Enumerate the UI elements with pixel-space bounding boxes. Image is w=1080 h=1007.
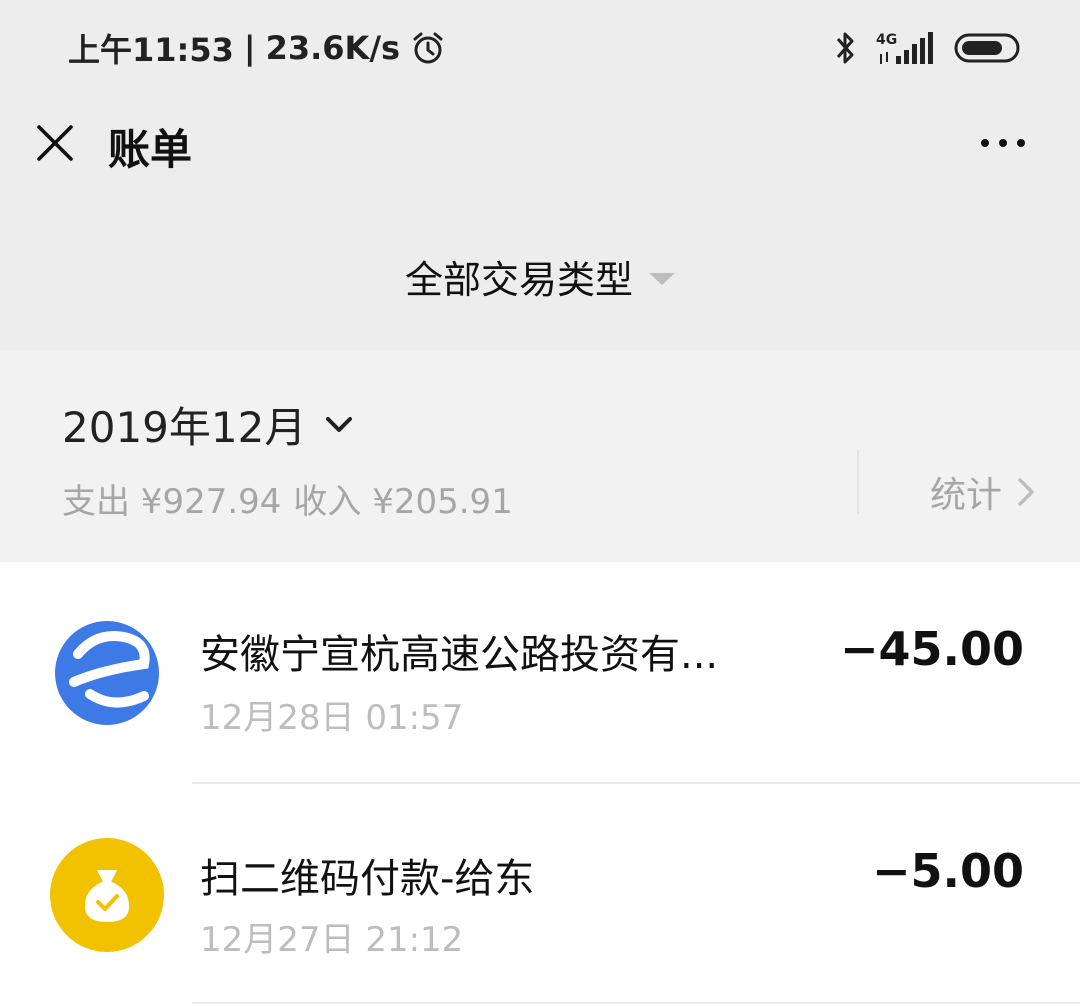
month-totals: 支出 ¥927.94 收入 ¥205.91 <box>62 474 513 523</box>
more-dot <box>999 139 1007 147</box>
transaction-title: 扫二维码付款-给东 <box>200 856 535 902</box>
page-title: 账单 <box>108 125 193 174</box>
transaction-type-filter[interactable]: 全部交易类型 <box>0 248 1080 304</box>
more-dot <box>1017 139 1025 147</box>
signal-icon: 4G <box>876 30 936 66</box>
transaction-item[interactable]: 安徽宁宣杭高速公路投资有... 12月28日 01:57 −45.00 <box>0 562 1080 782</box>
stats-label: 统计 <box>929 475 1002 516</box>
close-button[interactable] <box>30 118 80 168</box>
expense-total: 支出 ¥927.94 <box>62 482 282 522</box>
status-net-speed: 23.6K/s <box>265 29 401 67</box>
income-total: 收入 ¥205.91 <box>293 482 513 522</box>
chevron-right-icon <box>1018 478 1034 506</box>
money-bag-icon <box>50 838 164 952</box>
alarm-icon <box>410 30 446 66</box>
month-selector[interactable]: 2019年12月 <box>62 394 354 455</box>
stats-divider <box>857 450 859 514</box>
battery-icon <box>954 32 1024 64</box>
more-dot <box>981 139 989 147</box>
status-left: 上午11:53 | 23.6K/s <box>68 26 446 70</box>
item-divider <box>192 1002 1080 1004</box>
nav-bar: 账单 <box>0 96 1080 192</box>
transaction-amount: −45.00 <box>839 622 1024 676</box>
caret-down-icon <box>649 273 675 285</box>
transaction-amount: −5.00 <box>871 844 1024 898</box>
more-button[interactable] <box>968 118 1038 168</box>
status-time: 上午11:53 <box>68 31 234 69</box>
transaction-time: 12月27日 21:12 <box>200 920 464 960</box>
status-right: 4G <box>832 26 1024 70</box>
transaction-title: 安徽宁宣杭高速公路投资有... <box>200 632 719 678</box>
bluetooth-icon <box>832 29 860 67</box>
close-icon <box>37 125 73 161</box>
stats-button[interactable]: 统计 <box>930 466 1036 518</box>
month-label: 2019年12月 <box>62 403 307 452</box>
chevron-down-icon <box>326 416 353 432</box>
status-separator: | <box>243 29 256 67</box>
transaction-list: 安徽宁宣杭高速公路投资有... 12月28日 01:57 −45.00 扫二维码… <box>0 562 1080 1007</box>
highway-e-logo-icon <box>50 616 164 730</box>
filter-label: 全部交易类型 <box>404 257 633 302</box>
transaction-time: 12月28日 01:57 <box>200 698 464 738</box>
month-summary: 2019年12月 支出 ¥927.94 收入 ¥205.91 统计 <box>0 350 1080 562</box>
transaction-item[interactable]: 扫二维码付款-给东 12月27日 21:12 −5.00 <box>0 784 1080 1004</box>
status-bar: 上午11:53 | 23.6K/s 4G <box>0 0 1080 96</box>
